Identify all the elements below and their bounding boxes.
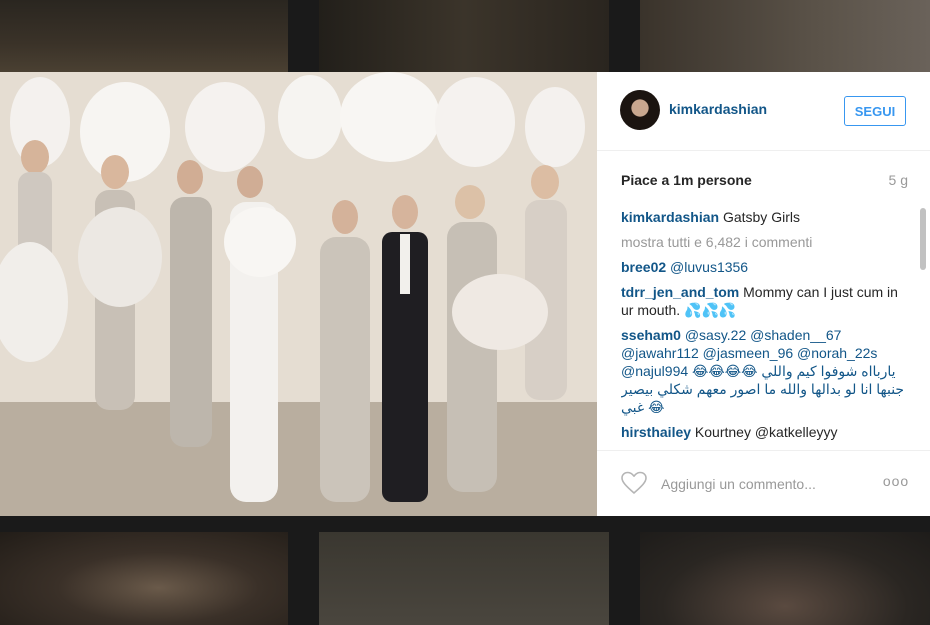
heart-outline-icon[interactable]: [621, 471, 647, 495]
comment-text[interactable]: @luvus1356: [670, 259, 748, 275]
list-item: hirsthailey Kourtney @katkelleyyy: [621, 423, 913, 441]
post-header: kimkardashian SEGUI: [597, 72, 930, 151]
list-item: tdrr_jen_and_tom Mommy can I just cum in…: [621, 283, 913, 319]
comment-username[interactable]: sseham0: [621, 327, 681, 343]
comment-username[interactable]: hirsthailey: [621, 424, 691, 440]
comment-username[interactable]: tdrr_jen_and_tom: [621, 284, 739, 300]
photo-illustration: [0, 72, 597, 516]
post-time[interactable]: 5 g: [889, 172, 908, 188]
caption: kimkardashian Gatsby Girls: [621, 208, 913, 226]
list-item: sseham0 @sasy.22 @shaden__67 @jawahr112 …: [621, 326, 913, 416]
feed-thumbnail[interactable]: [640, 0, 930, 72]
like-count[interactable]: Piace a 1m persone: [621, 172, 752, 188]
post-username[interactable]: kimkardashian: [669, 101, 767, 117]
comment-scrollbar[interactable]: [920, 208, 926, 444]
feed-thumbnail[interactable]: [640, 532, 930, 625]
comment-username[interactable]: bree02: [621, 259, 666, 275]
load-more-comments-link[interactable]: mostra tutti e 6,482 i commenti: [621, 233, 913, 251]
feed-thumbnail[interactable]: [0, 0, 288, 72]
comment-username[interactable]: kimkardashian: [621, 209, 719, 225]
avatar[interactable]: [620, 90, 660, 130]
post-details-panel: kimkardashian SEGUI Piace a 1m persone 5…: [597, 72, 930, 516]
comment-list: kimkardashian Gatsby Girls mostra tutti …: [621, 208, 913, 444]
list-item: bree02 @luvus1356: [621, 258, 913, 276]
follow-button[interactable]: SEGUI: [844, 96, 906, 126]
comment-footer: ooo: [597, 450, 930, 517]
comment-text: Kourtney @katkelleyyy: [694, 424, 838, 440]
feed-thumbnail[interactable]: [319, 0, 609, 72]
comment-input[interactable]: [659, 471, 863, 497]
feed-thumbnail[interactable]: [319, 532, 609, 625]
more-options-icon[interactable]: ooo: [881, 473, 911, 493]
post-photo[interactable]: [0, 72, 597, 516]
scrollbar-thumb[interactable]: [920, 208, 926, 270]
feed-thumbnail[interactable]: [0, 532, 288, 625]
comment-text: Gatsby Girls: [722, 209, 800, 225]
